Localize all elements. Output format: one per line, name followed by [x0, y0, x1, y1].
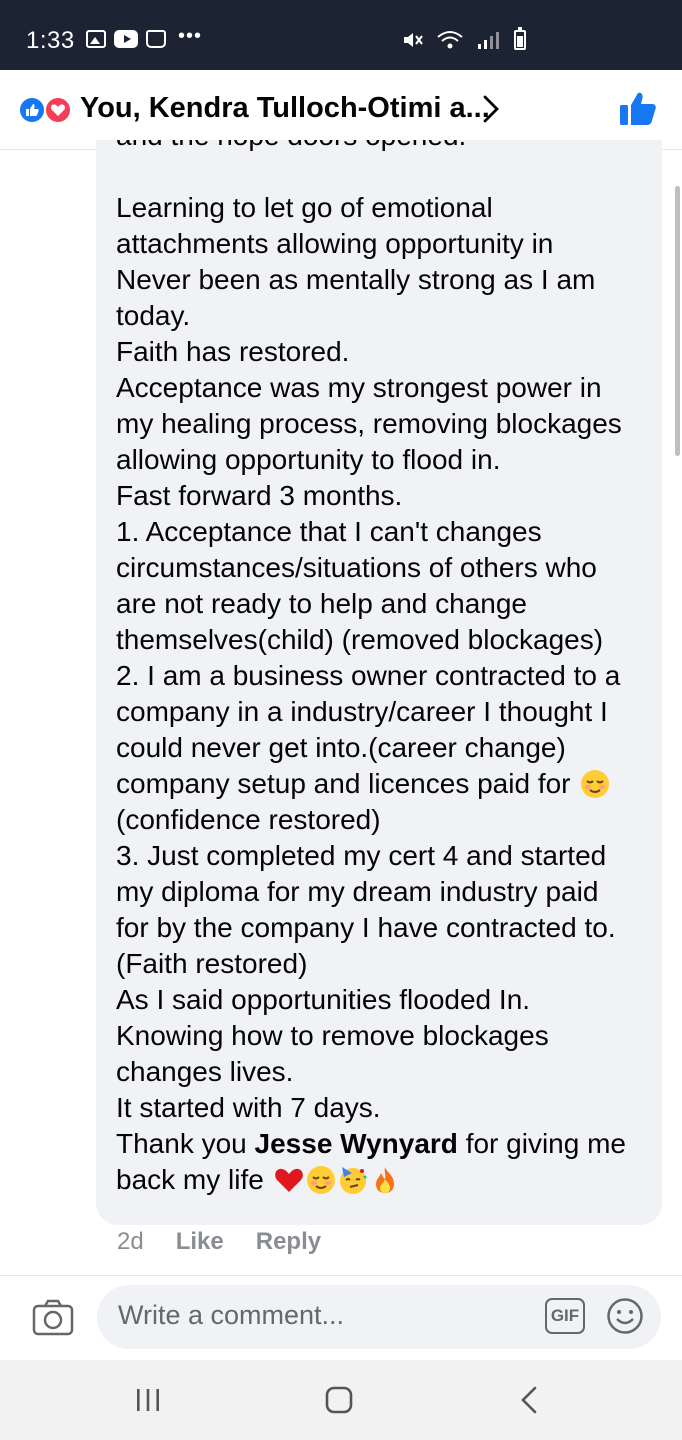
comment-line: (confidence restored) — [116, 804, 381, 835]
comment-line: (Faith restored) — [116, 948, 308, 979]
comment-line: Acceptance was my strongest power in — [116, 372, 602, 403]
status-bar: 1:33 ••• — [0, 0, 682, 70]
like-button[interactable]: Like — [176, 1228, 224, 1256]
comment-line: attachments allowing opportunity in — [116, 228, 554, 259]
youtube-notification-icon — [114, 30, 138, 48]
comment-thanks-line: Thank you Jesse Wynyard for giving me — [116, 1128, 626, 1159]
comment-body: and the hope doors opened. Learning to l… — [116, 140, 646, 1198]
comment-line: 1. Acceptance that I can't changes — [116, 516, 542, 547]
like-thumb-icon[interactable] — [618, 90, 658, 128]
reply-button[interactable]: Reply — [256, 1228, 321, 1256]
comment-line: Knowing how to remove blockages — [116, 1020, 549, 1051]
like-reaction-icon — [18, 96, 46, 124]
comment-bubble[interactable]: and the hope doors opened. Learning to l… — [96, 140, 662, 1225]
comment-line: are not ready to help and change — [116, 588, 527, 619]
gallery-notification-icon — [86, 30, 106, 48]
comment-line: It started with 7 days. — [116, 1092, 381, 1123]
red-heart-emoji-icon — [274, 1168, 303, 1192]
relieved-face-emoji-icon — [306, 1166, 335, 1194]
scrollbar[interactable] — [675, 186, 680, 456]
status-time: 1:33 — [26, 27, 75, 54]
comment-line: Fast forward 3 months. — [116, 480, 403, 511]
wifi-icon — [437, 31, 463, 49]
system-icons — [402, 27, 526, 50]
comment-line: themselves(child) (removed blockages) — [116, 624, 604, 655]
chevron-right-icon[interactable] — [480, 94, 502, 124]
comment-line: and the hope doors opened. — [116, 140, 646, 154]
comment-line: could never get into.(career change) — [116, 732, 566, 763]
comment-line: 3. Just completed my cert 4 and started — [116, 840, 607, 871]
gif-icon[interactable]: GIF — [545, 1298, 585, 1334]
partying-face-emoji-icon — [339, 1167, 367, 1194]
battery-icon — [514, 27, 526, 50]
notification-icons: ••• — [86, 25, 202, 48]
more-notifications-icon: ••• — [178, 24, 203, 47]
comment-line: Faith has restored. — [116, 336, 350, 367]
comment-line: Learning to let go of emotional — [116, 192, 493, 223]
camera-icon[interactable] — [32, 1298, 74, 1336]
comment-age: 2d — [117, 1228, 144, 1255]
comment-line: changes lives. — [116, 1056, 294, 1087]
recent-apps-icon[interactable] — [134, 1387, 162, 1413]
comment-line: 2. I am a business owner contracted to a — [116, 660, 621, 691]
reactions-title[interactable]: You, Kendra Tulloch-Otimi a... — [80, 92, 490, 125]
comment-line: company in a industry/career I thought I — [116, 696, 608, 727]
mentioned-user-link[interactable]: Jesse Wynyard — [255, 1128, 458, 1159]
comment-line: As I said opportunities flooded In. — [116, 984, 531, 1015]
comment-line: my healing process, removing blockages — [116, 408, 622, 439]
emoji-picker-icon[interactable] — [606, 1297, 644, 1335]
comment-line: for by the company I have contracted to. — [116, 912, 616, 943]
relieved-face-emoji-icon — [581, 770, 610, 798]
comment-line: allowing opportunity to flood in. — [116, 444, 501, 475]
comment-line: company setup and licences paid for — [116, 766, 646, 802]
comment-line: Never been as mentally strong as I am — [116, 264, 596, 295]
love-reaction-icon — [44, 96, 72, 124]
comment-line: today. — [116, 300, 191, 331]
back-icon[interactable] — [518, 1385, 540, 1415]
home-icon[interactable] — [325, 1386, 353, 1414]
comment-line: circumstances/situations of others who — [116, 552, 597, 583]
mute-icon — [404, 33, 423, 47]
comment-line: my diploma for my dream industry paid — [116, 876, 599, 907]
shopping-bag-notification-icon — [146, 30, 166, 48]
comment-meta-row: 2d Like Reply — [117, 1228, 321, 1256]
signal-icon — [478, 32, 499, 49]
comment-last-line: back my life — [116, 1162, 646, 1198]
comment-input-placeholder[interactable]: Write a comment... — [118, 1300, 344, 1331]
fire-emoji-icon — [375, 1167, 394, 1193]
